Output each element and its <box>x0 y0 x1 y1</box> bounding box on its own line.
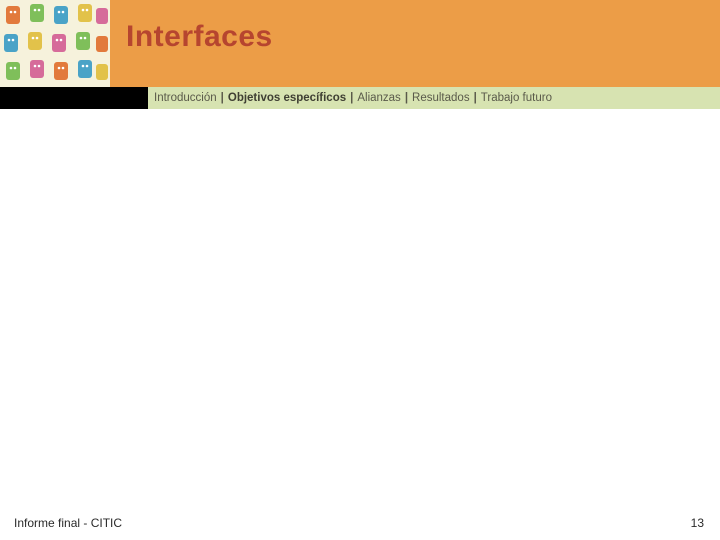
robots-pattern-icon <box>0 0 110 87</box>
breadcrumb-item-active: Objetivos específicos <box>228 92 346 104</box>
breadcrumb-item: Trabajo futuro <box>481 92 552 104</box>
breadcrumb-spacer <box>0 87 148 109</box>
breadcrumb-item: Introducción <box>154 92 217 104</box>
decorative-robots-tile <box>0 0 110 87</box>
breadcrumb-separator: | <box>350 92 353 104</box>
footer-text: Informe final - CITIC <box>14 516 122 530</box>
page-number: 13 <box>691 516 704 530</box>
slide-title: Interfaces <box>126 20 273 54</box>
slide: Interfaces Introducción | Objetivos espe… <box>0 0 720 540</box>
breadcrumb-item: Resultados <box>412 92 470 104</box>
breadcrumb: Introducción | Objetivos específicos | A… <box>148 87 720 109</box>
breadcrumb-separator: | <box>221 92 224 104</box>
breadcrumb-bar: Introducción | Objetivos específicos | A… <box>0 87 720 109</box>
breadcrumb-separator: | <box>405 92 408 104</box>
breadcrumb-item: Alianzas <box>357 92 400 104</box>
breadcrumb-separator: | <box>474 92 477 104</box>
